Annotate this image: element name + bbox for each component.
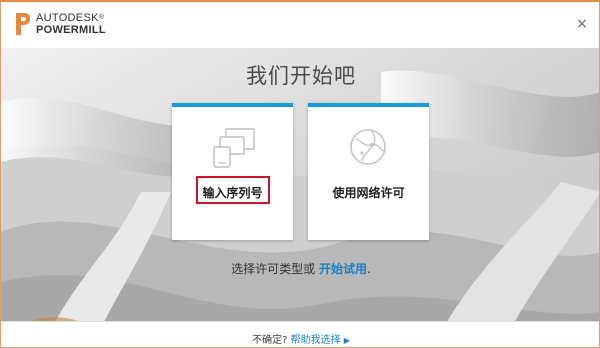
page-title: 我们开始吧 <box>246 64 356 88</box>
brand-company: AUTODESK <box>36 12 99 24</box>
choose-prefix: 选择许可类型或 <box>231 262 319 276</box>
brand-mark: ® <box>98 14 105 21</box>
card-label-network: 使用网络许可 <box>332 186 405 200</box>
unsure-text: 不确定? <box>252 335 288 346</box>
footer-bar: 不确定? 帮助我选择 ▶ <box>1 321 599 347</box>
background-artwork <box>1 2 599 347</box>
title-bar: AUTODESK® POWERMILL × <box>1 2 599 48</box>
choose-license-text: 选择许可类型或 开始试用. <box>1 260 599 277</box>
license-dialog: AUTODESK® POWERMILL × 我们开始吧 输入序列号 使用网络许可… <box>0 0 600 348</box>
choose-suffix: . <box>367 262 371 276</box>
play-arrow-icon[interactable]: ▶ <box>344 336 350 345</box>
close-icon[interactable]: × <box>575 17 589 31</box>
brand-product: POWERMILL <box>36 24 106 36</box>
footer-help: 不确定? 帮助我选择 ▶ <box>1 331 599 346</box>
network-globe-icon <box>350 129 386 165</box>
start-trial-link[interactable]: 开始试用 <box>319 262 367 276</box>
enter-serial-number-card[interactable]: 输入序列号 <box>172 103 293 240</box>
autodesk-logo-icon <box>16 13 30 35</box>
card-label-serial: 输入序列号 <box>202 186 263 200</box>
help-me-choose-link[interactable]: 帮助我选择 <box>291 335 341 346</box>
product-brand: AUTODESK® POWERMILL <box>36 12 106 36</box>
devices-icon <box>213 128 255 168</box>
use-network-license-card[interactable]: 使用网络许可 <box>308 103 429 240</box>
